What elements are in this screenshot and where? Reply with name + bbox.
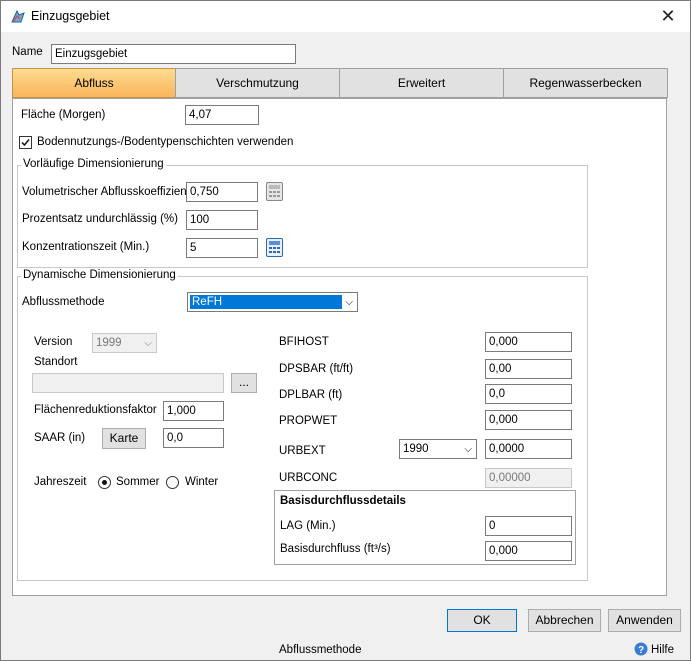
svg-text:?: ? <box>638 645 644 656</box>
propwet-label: PROPWET <box>279 415 338 427</box>
prelim-group: Vorläufige Dimensionierung Volumetrische… <box>17 158 588 268</box>
runoff-coeff-label: Volumetrischer Abflusskoeffizient <box>22 186 190 198</box>
dpsbar-label: DPSBAR (ft/ft) <box>279 363 354 375</box>
urbext-year-value: 1990 <box>403 443 429 455</box>
season-summer-radio[interactable] <box>98 476 111 489</box>
tab-erweitert[interactable]: Erweitert <box>339 68 504 98</box>
runoff-method-select[interactable]: ReFH ⌵ <box>187 292 358 312</box>
urbext-label: URBEXT <box>279 445 326 457</box>
location-browse-button[interactable]: ... <box>231 373 257 393</box>
status-bar: Abflussmethode ? Hilfe <box>1 638 690 660</box>
prelim-legend: Vorläufige Dimensionierung <box>21 158 166 170</box>
tab-bar: Abfluss Verschmutzung Erweitert Regenwas… <box>12 68 668 98</box>
urbext-input[interactable]: 0,0000 <box>485 439 572 459</box>
location-label: Standort <box>34 356 78 368</box>
baseflow-legend: Basisdurchflussdetails <box>280 495 406 507</box>
version-select: 1999 ⌵ <box>92 333 157 353</box>
urbext-year-select[interactable]: 1990 ⌵ <box>399 439 477 459</box>
runoff-method-value: ReFH <box>189 294 343 310</box>
baseflow-rate-label: Basisdurchfluss (ft³/s) <box>280 543 391 555</box>
window-title: Einzugsgebiet <box>31 9 110 23</box>
area-input[interactable]: 4,07 <box>185 105 259 125</box>
saar-map-button[interactable]: Karte <box>102 428 146 449</box>
lag-label: LAG (Min.) <box>280 520 336 532</box>
ok-button[interactable]: OK <box>447 609 517 632</box>
runoff-coeff-input[interactable]: 0,750 <box>186 182 258 202</box>
name-input[interactable]: Einzugsgebiet <box>51 44 296 64</box>
area-reduction-input[interactable]: 1,000 <box>163 401 224 421</box>
baseflow-rate-input[interactable]: 0,000 <box>485 541 572 561</box>
dialog-window: Einzugsgebiet ✕ Name Einzugsgebiet Abflu… <box>0 0 691 661</box>
chevron-down-icon: ⌵ <box>464 444 472 455</box>
chevron-down-icon: ⌵ <box>144 338 152 349</box>
impervious-input[interactable]: 100 <box>186 210 258 230</box>
runoff-method-label: Abflussmethode <box>22 296 105 308</box>
area-reduction-label: Flächenreduktionsfaktor <box>34 404 157 416</box>
title-bar: Einzugsgebiet ✕ <box>1 1 690 32</box>
season-winter-label: Winter <box>185 476 219 488</box>
checkmark-icon <box>21 139 30 147</box>
dpsbar-input[interactable]: 0,00 <box>485 359 572 379</box>
tab-panel-abfluss: Fläche (Morgen) 4,07 Bodennutzungs-/Bode… <box>12 98 667 596</box>
help-label[interactable]: Hilfe <box>651 644 674 656</box>
season-winter-radio[interactable] <box>166 476 179 489</box>
catchment-icon <box>11 9 25 23</box>
version-value: 1999 <box>96 337 122 349</box>
tab-abfluss[interactable]: Abfluss <box>12 68 176 98</box>
lag-input[interactable]: 0 <box>485 516 572 536</box>
apply-button[interactable]: Anwenden <box>608 609 681 632</box>
location-input <box>32 373 224 393</box>
cancel-button[interactable]: Abbrechen <box>528 609 601 632</box>
dynamic-group: Dynamische Dimensionierung Abflussmethod… <box>17 269 588 581</box>
version-label: Version <box>34 336 73 348</box>
concentration-input[interactable]: 5 <box>186 238 258 258</box>
calculator-icon[interactable] <box>266 182 283 201</box>
status-text: Abflussmethode <box>279 644 362 656</box>
dynamic-legend: Dynamische Dimensionierung <box>21 269 178 281</box>
tab-verschmutzung[interactable]: Verschmutzung <box>175 68 340 98</box>
dplbar-label: DPLBAR (ft) <box>279 389 343 401</box>
season-summer-label: Sommer <box>116 476 160 488</box>
urbconc-input: 0,00000 <box>485 468 572 488</box>
urbconc-label: URBCONC <box>279 472 338 484</box>
soil-layers-checkbox[interactable] <box>19 136 32 149</box>
dplbar-input[interactable]: 0,0 <box>485 384 572 404</box>
propwet-input[interactable]: 0,000 <box>485 410 572 430</box>
saar-label: SAAR (in) <box>34 432 86 444</box>
calculator-icon[interactable] <box>266 238 283 257</box>
impervious-label: Prozentsatz undurchlässig (%) <box>22 213 178 225</box>
close-icon[interactable]: ✕ <box>654 4 682 28</box>
tab-regenwasserbecken[interactable]: Regenwasserbecken <box>503 68 668 98</box>
season-label: Jahreszeit <box>34 476 87 488</box>
chevron-down-icon: ⌵ <box>345 297 353 308</box>
area-label: Fläche (Morgen) <box>21 109 106 121</box>
bfihost-input[interactable]: 0,000 <box>485 332 572 352</box>
baseflow-group: Basisdurchflussdetails LAG (Min.) 0 Basi… <box>274 490 576 565</box>
concentration-label: Konzentrationszeit (Min.) <box>22 241 150 253</box>
name-label: Name <box>12 46 43 58</box>
bfihost-label: BFIHOST <box>279 336 329 348</box>
help-icon[interactable]: ? <box>634 642 648 656</box>
soil-layers-label: Bodennutzungs-/Bodentypenschichten verwe… <box>37 136 294 148</box>
saar-input[interactable]: 0,0 <box>163 428 224 448</box>
